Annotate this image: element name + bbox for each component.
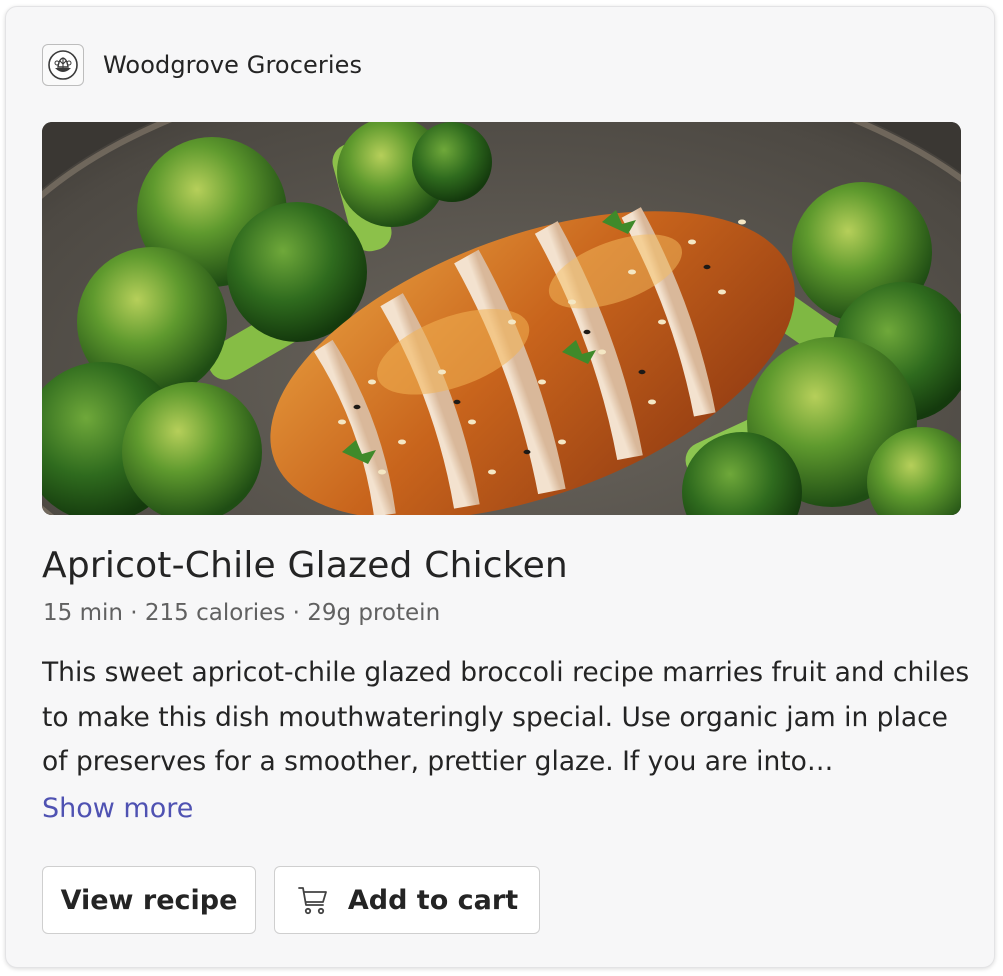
view-recipe-button[interactable]: View recipe <box>42 866 256 934</box>
add-to-cart-button[interactable]: Add to cart <box>274 866 540 934</box>
view-recipe-label: View recipe <box>60 884 238 916</box>
shopping-cart-icon <box>296 883 330 917</box>
recipe-title: Apricot-Chile Glazed Chicken <box>42 545 568 586</box>
recipe-card: Woodgrove Groceries Apricot-Chile Glazed… <box>5 6 995 968</box>
recipe-meta: 15 min · 215 calories · 29g protein <box>43 600 441 626</box>
recipe-description: This sweet apricot-chile glazed broccoli… <box>42 657 970 777</box>
add-to-cart-label: Add to cart <box>347 884 519 916</box>
card-header: Woodgrove Groceries <box>42 43 362 87</box>
brand-name: Woodgrove Groceries <box>103 51 363 79</box>
brand-logo-icon <box>42 44 84 86</box>
show-more-link[interactable]: Show more <box>42 793 193 824</box>
recipe-image <box>42 122 961 515</box>
